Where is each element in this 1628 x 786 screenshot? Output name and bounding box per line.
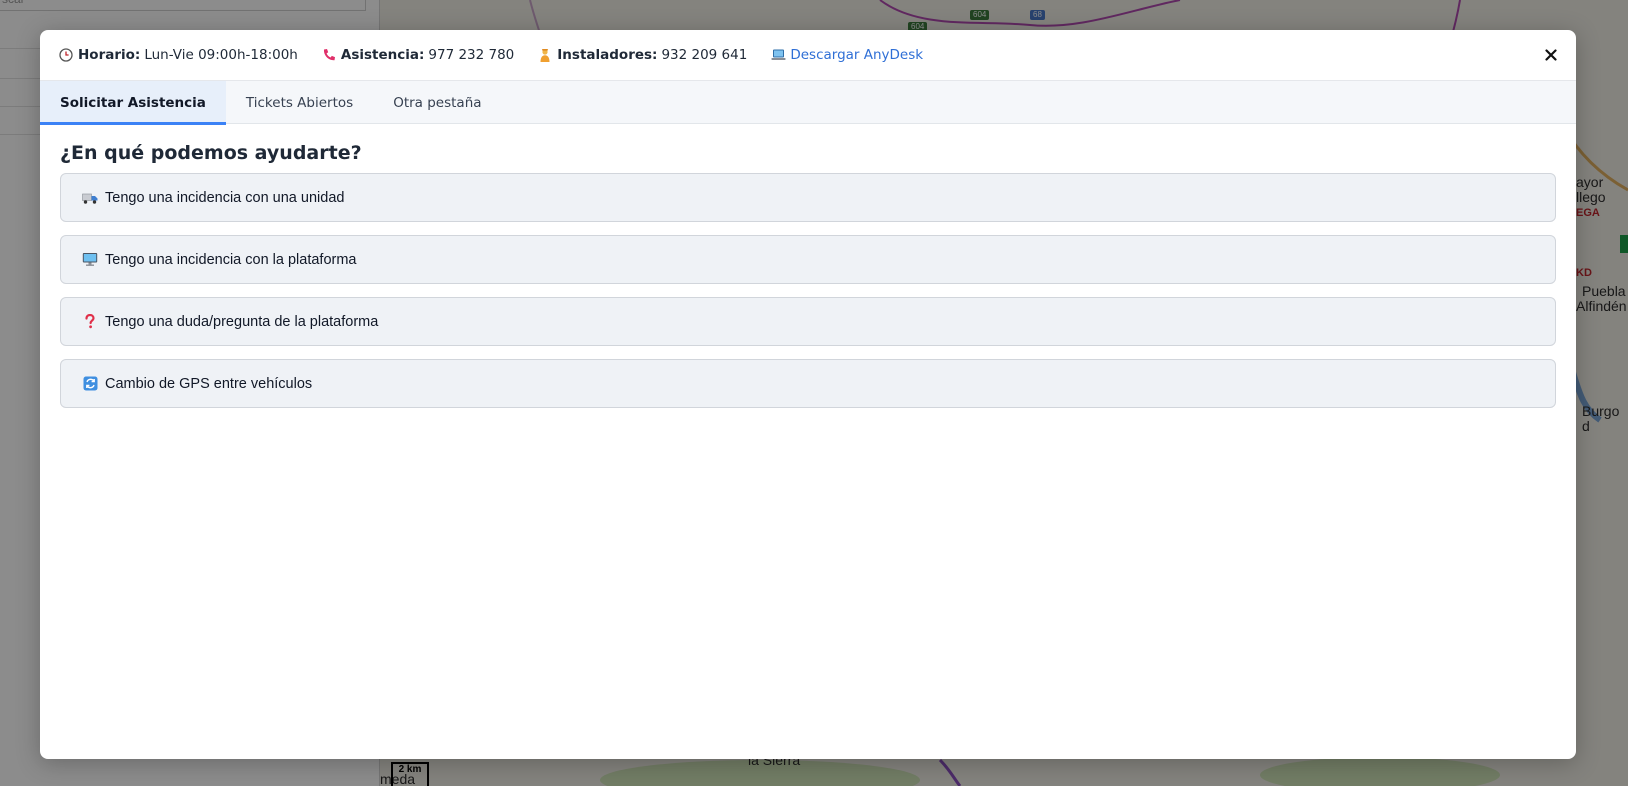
schedule-value: Lun-Vie 09:00h-18:00h	[144, 47, 298, 63]
tab-content: ¿En qué podemos ayudarte? Tengo una inci…	[40, 124, 1576, 408]
installers-label: Instaladores:	[557, 47, 658, 63]
schedule-info: Horario: Lun-Vie 09:00h-18:00h	[57, 47, 298, 63]
option-label: Cambio de GPS entre vehículos	[105, 375, 313, 392]
option-label: Tengo una duda/pregunta de la plataforma	[105, 313, 379, 330]
schedule-label: Horario:	[78, 47, 141, 63]
support-phone-info: Asistencia: 977 232 780	[320, 47, 514, 63]
anydesk-download[interactable]: Descargar AnyDesk	[769, 47, 923, 63]
tab-otra-pestana[interactable]: Otra pestaña	[373, 81, 501, 124]
tab-solicitar-asistencia[interactable]: Solicitar Asistencia	[40, 81, 226, 125]
close-icon	[1545, 49, 1557, 61]
clock-icon	[57, 48, 75, 62]
truck-icon	[82, 190, 98, 206]
option-incidencia-plataforma[interactable]: Tengo una incidencia con la plataforma	[60, 235, 1556, 284]
swap-icon	[82, 376, 98, 392]
page-title: ¿En qué podemos ayudarte?	[60, 142, 362, 164]
tab-bar: Solicitar Asistencia Tickets Abiertos Ot…	[40, 81, 1576, 125]
close-button[interactable]	[1540, 44, 1562, 66]
question-icon	[82, 314, 98, 330]
phone-icon	[320, 48, 338, 62]
option-cambio-gps[interactable]: Cambio de GPS entre vehículos	[60, 359, 1556, 408]
installer-icon	[536, 48, 554, 63]
installers-phone[interactable]: 932 209 641	[661, 47, 747, 63]
monitor-icon	[82, 252, 98, 268]
tab-tickets-abiertos[interactable]: Tickets Abiertos	[226, 81, 373, 124]
support-label: Asistencia:	[340, 47, 425, 63]
option-incidencia-unidad[interactable]: Tengo una incidencia con una unidad	[60, 173, 1556, 222]
option-duda-pregunta[interactable]: Tengo una duda/pregunta de la plataforma	[60, 297, 1556, 346]
laptop-icon	[769, 48, 787, 62]
option-label: Tengo una incidencia con la plataforma	[105, 251, 357, 268]
modal-header: Horario: Lun-Vie 09:00h-18:00h Asistenci…	[40, 30, 1576, 81]
support-modal: Horario: Lun-Vie 09:00h-18:00h Asistenci…	[40, 30, 1576, 759]
anydesk-link[interactable]: Descargar AnyDesk	[790, 47, 923, 63]
option-label: Tengo una incidencia con una unidad	[105, 189, 345, 206]
support-phone[interactable]: 977 232 780	[428, 47, 514, 63]
installers-info: Instaladores: 932 209 641	[536, 47, 747, 63]
